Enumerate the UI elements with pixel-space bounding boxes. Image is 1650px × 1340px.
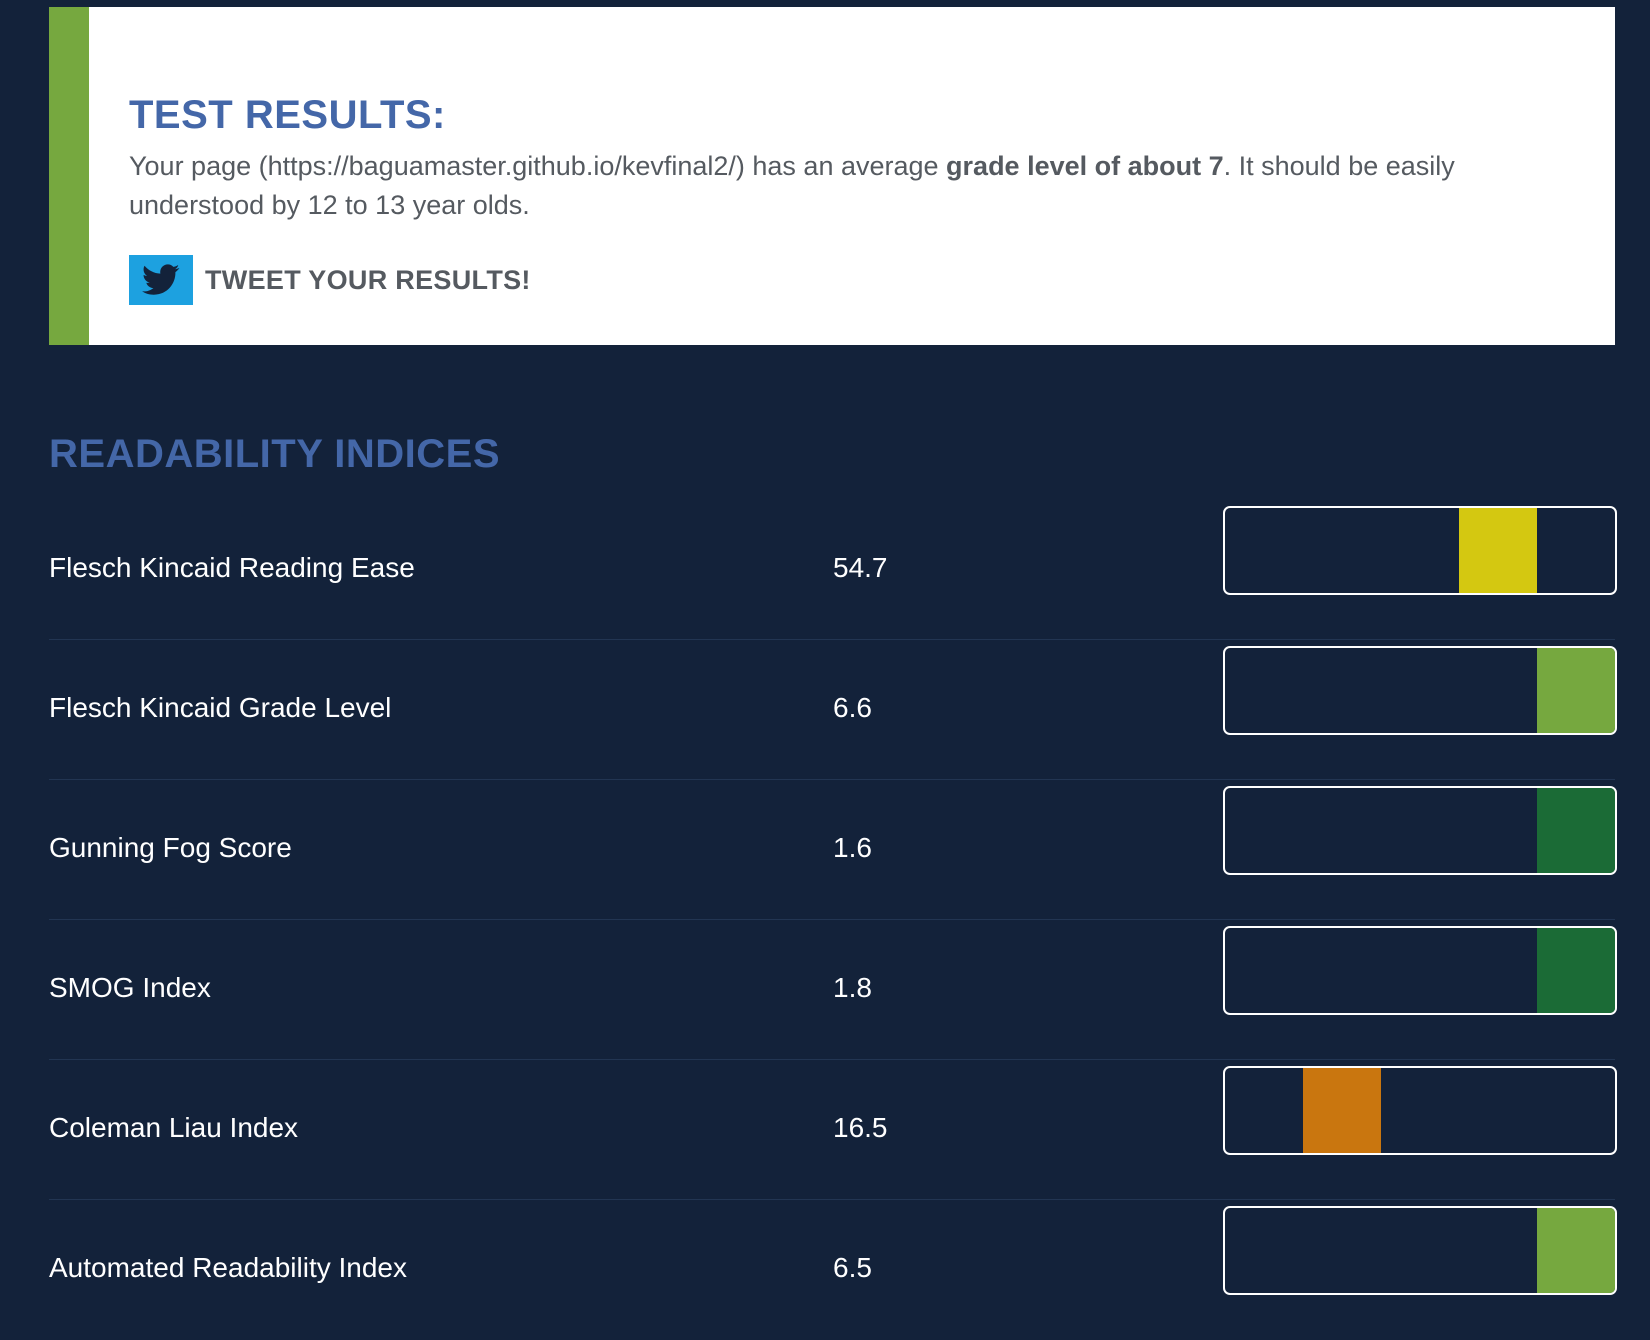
index-value: 1.8 [833,972,872,1003]
index-rating-bar [1223,506,1617,595]
index-rating-bar [1223,1066,1617,1155]
index-rating-bar [1223,646,1617,735]
readability-indices-title: READABILITY INDICES [49,432,501,476]
index-name: Coleman Liau Index [49,1112,299,1143]
index-name: Flesch Kincaid Reading Ease [49,552,415,583]
index-row: Gunning Fog Score 1.6 [49,780,1617,920]
results-text-before: Your page (https://baguamaster.github.io… [129,151,947,181]
index-rating-bar [1223,786,1617,875]
index-rating-block [1537,648,1615,733]
index-name: Flesch Kincaid Grade Level [49,692,392,723]
index-value: 1.6 [833,832,872,863]
index-value: 16.5 [833,1112,888,1143]
index-rating-bar [1223,1206,1617,1295]
index-row: Flesch Kincaid Grade Level 6.6 [49,640,1617,780]
index-rating-bar [1223,926,1617,1015]
index-value: 6.5 [833,1252,872,1283]
index-rating-block [1459,508,1537,593]
results-accent-bar [49,7,89,345]
index-rating-block [1537,788,1615,873]
index-rating-block [1537,1208,1615,1293]
test-results-card: TEST RESULTS: Your page (https://baguama… [49,7,1615,345]
tweet-results-button[interactable]: TWEET YOUR RESULTS! [129,255,1549,305]
index-rating-block [1303,1068,1381,1153]
index-row: Flesch Kincaid Reading Ease 54.7 [49,500,1617,640]
results-content: TEST RESULTS: Your page (https://baguama… [129,91,1549,305]
index-name: Automated Readability Index [49,1252,407,1283]
index-row: Automated Readability Index 6.5 [49,1200,1617,1340]
index-row: SMOG Index 1.8 [49,920,1617,1060]
twitter-bird-icon[interactable] [129,255,193,305]
results-title: TEST RESULTS: [129,93,446,137]
index-name: Gunning Fog Score [49,832,292,863]
index-value: 54.7 [833,552,888,583]
results-summary: Your page (https://baguamaster.github.io… [129,147,1549,225]
results-grade-level: grade level of about 7 [946,151,1224,181]
index-name: SMOG Index [49,972,211,1003]
index-rating-block [1537,928,1615,1013]
index-value: 6.6 [833,692,872,723]
readability-indices-list: Flesch Kincaid Reading Ease 54.7 Flesch … [49,500,1617,1340]
tweet-results-label[interactable]: TWEET YOUR RESULTS! [205,265,531,296]
index-row: Coleman Liau Index 16.5 [49,1060,1617,1200]
